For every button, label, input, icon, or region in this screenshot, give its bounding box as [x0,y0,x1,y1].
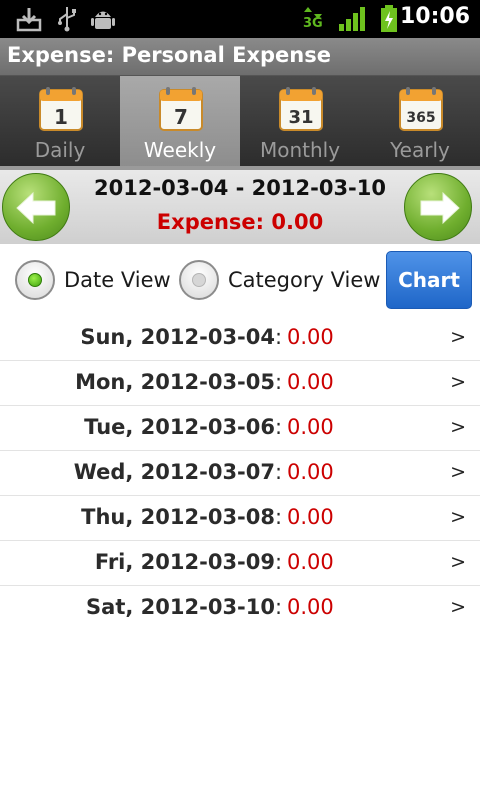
calendar-number: 31 [288,107,313,128]
day-amount: 0.00 [287,370,334,394]
tab-daily[interactable]: 1 Daily [0,76,120,170]
next-period-button[interactable] [404,173,472,241]
list-item[interactable]: Thu, 2012-03-08 : 0.00 > [0,496,480,541]
signal-icon [339,7,365,31]
separator: : [275,595,283,619]
tab-label: Daily [34,138,86,162]
category-view-label[interactable]: Category View [228,268,380,292]
network-type-label: 3G [303,16,323,31]
chevron-right-icon: > [450,461,466,483]
chevron-right-icon: > [450,416,466,438]
day-label: Thu, 2012-03-08 [81,505,275,529]
day-amount: 0.00 [287,460,334,484]
day-label: Sun, 2012-03-04 [80,325,275,349]
tab-yearly[interactable]: 365 Yearly [360,76,480,170]
day-amount: 0.00 [287,595,334,619]
tab-weekly[interactable]: 7 Weekly [120,76,240,170]
day-label: Wed, 2012-03-07 [73,460,275,484]
separator: : [275,550,283,574]
day-amount: 0.00 [287,415,334,439]
separator: : [275,460,283,484]
period-expense-total: Expense: 0.00 [156,210,324,234]
list-item[interactable]: Mon, 2012-03-05 : 0.00 > [0,361,480,406]
title-bar: Expense: Personal Expense [0,38,480,76]
separator: : [275,325,283,349]
period-navigator: 2012-03-04 - 2012-03-10 Expense: 0.00 [0,170,480,244]
network-3g-icon: 3G [302,4,324,34]
arrow-right-icon [420,191,460,225]
tab-monthly[interactable]: 31 Monthly [240,76,360,170]
date-view-label[interactable]: Date View [64,268,171,292]
tab-label: Weekly [143,138,217,162]
list-item[interactable]: Sun, 2012-03-04 : 0.00 > [0,316,480,361]
calendar-number: 7 [174,105,188,129]
date-view-radio[interactable] [15,260,55,300]
usb-icon [58,7,76,32]
day-label: Sat, 2012-03-10 [86,595,275,619]
arrow-left-icon [16,191,56,225]
chevron-right-icon: > [450,371,466,393]
android-debug-icon [91,11,115,29]
category-view-radio[interactable] [179,260,219,300]
separator: : [275,370,283,394]
day-label: Mon, 2012-03-05 [75,370,275,394]
day-amount: 0.00 [287,505,334,529]
calendar-number: 365 [406,110,435,126]
list-item[interactable]: Tue, 2012-03-06 : 0.00 > [0,406,480,451]
day-amount: 0.00 [287,325,334,349]
chevron-right-icon: > [450,326,466,348]
calendar-icon: 7 [159,87,203,131]
clock: 10:06 [399,4,470,29]
calendar-icon: 365 [399,87,443,131]
download-icon [16,8,42,32]
separator: : [275,505,283,529]
chevron-right-icon: > [450,596,466,618]
day-label: Tue, 2012-03-06 [84,415,275,439]
radio-dot [28,273,42,287]
view-options: Date View Category View Chart [0,244,480,316]
status-bar: 3G 10:06 [0,0,480,38]
calendar-icon: 1 [39,87,83,131]
page-title: Expense: Personal Expense [7,43,331,67]
period-range: 2012-03-04 - 2012-03-10 [94,176,386,200]
calendar-number: 1 [54,105,68,129]
battery-charging-icon [381,5,397,32]
radio-dot [192,273,206,287]
calendar-icon: 31 [279,87,323,131]
day-label: Fri, 2012-03-09 [94,550,275,574]
separator: : [275,415,283,439]
list-item[interactable]: Wed, 2012-03-07 : 0.00 > [0,451,480,496]
tab-label: Monthly [259,138,341,162]
day-list: Sun, 2012-03-04 : 0.00 > Mon, 2012-03-05… [0,316,480,631]
day-amount: 0.00 [287,550,334,574]
chart-button[interactable]: Chart [386,251,472,309]
chevron-right-icon: > [450,506,466,528]
period-tabs: 1 Daily 7 Weekly 31 Monthly 365 Yearly [0,76,480,170]
chevron-right-icon: > [450,551,466,573]
previous-period-button[interactable] [2,173,70,241]
list-item[interactable]: Sat, 2012-03-10 : 0.00 > [0,586,480,631]
list-item[interactable]: Fri, 2012-03-09 : 0.00 > [0,541,480,586]
tab-label: Yearly [390,138,450,162]
